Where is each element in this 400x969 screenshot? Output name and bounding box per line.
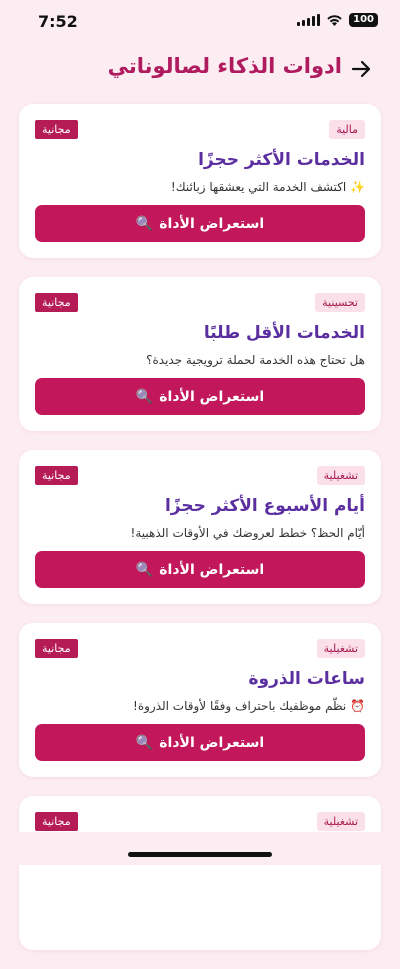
home-indicator[interactable] [128,852,272,857]
price-badge: مجانية [35,293,78,312]
battery-icon: 100 [349,13,378,27]
tool-card: تشغيلية مجانية ساعات الذروة ⏰ نظّم موظفي… [19,623,381,777]
card-title: ساعات الذروة [248,669,365,689]
tool-card: تشغيلية مجانية [19,796,381,950]
magnifier-icon: 🔍 [135,215,154,232]
page-header: ادوات الذكاء لصالوناتي [0,52,400,88]
status-time: 7:52 [38,12,78,31]
category-badge: تحسينية [315,293,365,312]
magnifier-icon: 🔍 [135,734,154,751]
page-title: ادوات الذكاء لصالوناتي [107,54,342,78]
card-title: الخدمات الأقل طلبًا [203,323,365,343]
card-button-label: استعراض الأداة [159,561,265,578]
tool-card: تشغيلية مجانية أيام الأسبوع الأكثر حجزًا… [19,450,381,604]
category-badge: مالية [329,120,365,139]
card-button-label: استعراض الأداة [159,388,265,405]
card-title: الخدمات الأكثر حجزًا [198,150,365,170]
view-tool-button[interactable]: استعراض الأداة 🔍 [35,724,365,761]
card-description: ⏰ نظّم موظفيك باحتراف وفقًا لأوقات الذرو… [133,699,365,713]
magnifier-icon: 🔍 [135,388,154,405]
price-badge: مجانية [35,466,78,485]
category-badge: تشغيلية [316,812,365,831]
card-button-label: استعراض الأداة [159,734,265,751]
view-tool-button[interactable]: استعراض الأداة 🔍 [35,205,365,242]
card-description: ✨ اكتشف الخدمة التي يعشقها زبائنك! [170,180,365,194]
category-badge: تشغيلية [316,639,365,658]
category-badge: تشغيلية [316,466,365,485]
tool-card: تحسينية مجانية الخدمات الأقل طلبًا هل تح… [19,277,381,431]
status-icons: 100 [297,13,378,27]
back-arrow-icon[interactable] [350,58,372,80]
price-badge: مجانية [35,639,78,658]
price-badge: مجانية [35,120,78,139]
signal-icon [297,14,321,26]
bottom-safe-area [0,832,400,865]
magnifier-icon: 🔍 [135,561,154,578]
view-tool-button[interactable]: استعراض الأداة 🔍 [35,551,365,588]
card-description: أيّام الحظ؟ خطط لعروضك في الأوقات الذهبي… [130,526,365,540]
card-button-label: استعراض الأداة [159,215,265,232]
status-bar: 7:52 100 [0,0,400,44]
view-tool-button[interactable]: استعراض الأداة 🔍 [35,378,365,415]
wifi-icon [327,14,342,26]
card-title: أيام الأسبوع الأكثر حجزًا [164,496,365,516]
price-badge: مجانية [35,812,78,831]
card-description: هل تحتاج هذه الخدمة لحملة ترويجية جديدة؟ [146,353,365,367]
tool-card: مالية مجانية الخدمات الأكثر حجزًا ✨ اكتش… [19,104,381,258]
